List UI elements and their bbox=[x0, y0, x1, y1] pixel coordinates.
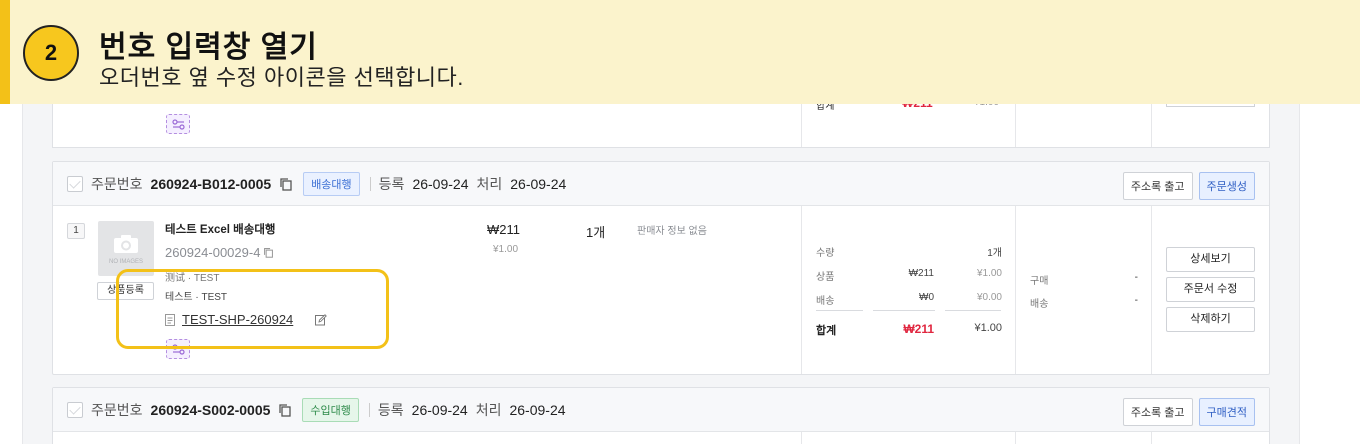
shipping-status-row: 배송 - bbox=[1030, 295, 1138, 310]
instruction-banner: 2 번호 입력창 열기 오더번호 옆 수정 아이콘을 선택합니다. bbox=[0, 0, 1360, 104]
registered-date: 26-09-24 bbox=[412, 176, 469, 192]
camera-icon bbox=[114, 235, 138, 253]
product-code: 260924-00029-4 bbox=[165, 245, 261, 260]
processed-label: 처리 bbox=[475, 402, 502, 418]
edit-order-form-button[interactable]: 주문서 수정 bbox=[1166, 277, 1255, 302]
processed-label: 처리 bbox=[476, 176, 503, 192]
order-header: 주문번호 260924-B012-0005 배송대행 등록 26-09-24 처… bbox=[53, 162, 1269, 206]
product-code-row: 260924-00029-4 bbox=[165, 245, 274, 260]
view-details-button[interactable]: 상세보기 bbox=[1166, 247, 1255, 272]
registered-date: 26-09-24 bbox=[411, 402, 468, 418]
highlight-frame bbox=[116, 269, 389, 349]
divider bbox=[368, 403, 370, 417]
banner-description: 오더번호 옆 수정 아이콘을 선택합니다. bbox=[99, 65, 464, 90]
delete-button[interactable]: 삭제하기 bbox=[1166, 307, 1255, 332]
copy-icon[interactable] bbox=[263, 247, 274, 258]
registered-label: 등록 bbox=[377, 402, 404, 418]
order-checkbox[interactable] bbox=[67, 176, 83, 192]
order-header: 주문번호 260924-S002-0005 수입대행 등록 26-09-24 처… bbox=[53, 388, 1269, 432]
item-quantity: 1개 bbox=[586, 225, 606, 240]
create-order-button[interactable]: 주문생성 bbox=[1198, 172, 1255, 200]
tag-icon[interactable] bbox=[166, 114, 190, 134]
order-number: 260924-B012-0005 bbox=[150, 176, 272, 192]
processed-date: 26-09-24 bbox=[510, 176, 567, 192]
processed-date: 26-09-24 bbox=[509, 402, 566, 418]
copy-icon[interactable] bbox=[279, 177, 293, 191]
order-checkbox[interactable] bbox=[67, 402, 83, 418]
item-price-foreign: ¥1.00 bbox=[493, 244, 519, 255]
order-type-badge: 수입대행 bbox=[302, 398, 359, 422]
seller-info: 판매자 정보 없음 bbox=[637, 226, 707, 237]
divider bbox=[369, 177, 371, 191]
banner-accent-bar bbox=[0, 0, 10, 104]
purchase-status-row: 구매 - bbox=[1030, 272, 1138, 287]
order-type-badge: 배송대행 bbox=[303, 172, 360, 196]
copy-icon[interactable] bbox=[278, 403, 292, 417]
order-number-label: 주문번호 bbox=[91, 176, 143, 192]
address-book-ship-button[interactable]: 주소록 출고 bbox=[1122, 398, 1193, 426]
address-book-ship-button[interactable]: 주소록 출고 bbox=[1122, 172, 1193, 200]
purchase-quote-button[interactable]: 구매견적 bbox=[1198, 398, 1255, 426]
step-number-badge: 2 bbox=[23, 25, 79, 81]
product-thumbnail: NO IMAGES bbox=[98, 221, 154, 276]
no-image-text: NO IMAGES bbox=[108, 259, 143, 265]
order-card: 주문번호 260924-S002-0005 수입대행 등록 26-09-24 처… bbox=[52, 387, 1270, 444]
order-number: 260924-S002-0005 bbox=[150, 402, 271, 418]
product-name: 테스트 Excel 배송대행 bbox=[165, 224, 276, 236]
item-index: 1 bbox=[67, 223, 85, 239]
order-number-label: 주문번호 bbox=[91, 402, 143, 418]
item-price: ₩211 bbox=[487, 222, 520, 237]
registered-label: 등록 bbox=[378, 176, 405, 192]
